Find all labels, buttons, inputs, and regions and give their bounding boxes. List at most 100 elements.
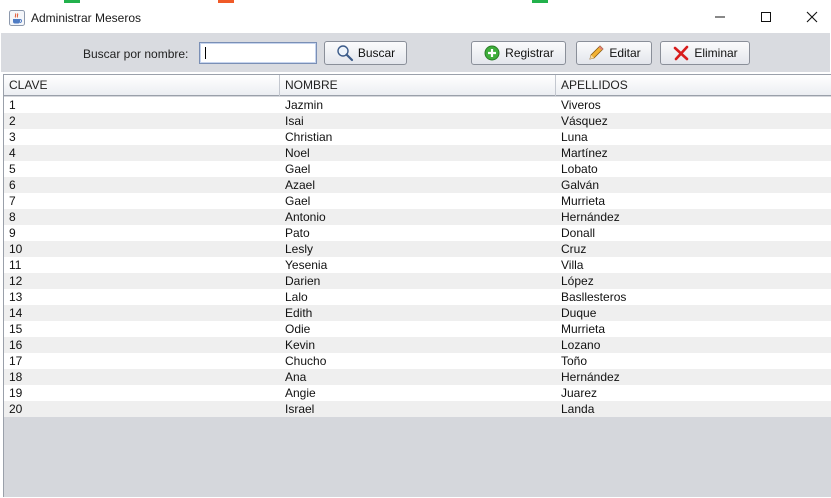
cell-apellidos[interactable]: López (556, 273, 831, 289)
minimize-button[interactable] (697, 7, 743, 29)
cell-nombre[interactable]: Christian (280, 129, 556, 145)
cell-nombre[interactable]: Gael (280, 161, 556, 177)
title-bar[interactable]: Administrar Meseros (0, 3, 831, 33)
cell-nombre[interactable]: Darien (280, 273, 556, 289)
table-row[interactable]: 14 Edith Duque (4, 305, 831, 321)
cell-nombre[interactable]: Jazmin (280, 97, 556, 113)
table-header: CLAVE NOMBRE APELLIDOS (4, 75, 831, 96)
cell-clave[interactable]: 18 (4, 369, 280, 385)
table-row[interactable]: 11 Yesenia Villa (4, 257, 831, 273)
cell-clave[interactable]: 10 (4, 241, 280, 257)
search-input[interactable] (199, 42, 317, 64)
table-row[interactable]: 2 Isai Vásquez (4, 113, 831, 129)
table-body: 1 Jazmin Viveros 2 Isai Vásquez 3 Christian Luna… (4, 97, 831, 417)
table-row[interactable]: 15 Odie Murrieta (4, 321, 831, 337)
cell-apellidos[interactable]: Toño (556, 353, 831, 369)
cell-clave[interactable]: 13 (4, 289, 280, 305)
cell-apellidos[interactable]: Martínez (556, 145, 831, 161)
table-row[interactable]: 3 Christian Luna (4, 129, 831, 145)
cell-nombre[interactable]: Angie (280, 385, 556, 401)
table-row[interactable]: 18 Ana Hernández (4, 369, 831, 385)
cell-clave[interactable]: 6 (4, 177, 280, 193)
cell-apellidos[interactable]: Donall (556, 225, 831, 241)
toolbar: Buscar por nombre: Buscar Registrar Edit… (1, 33, 830, 72)
cell-nombre[interactable]: Kevin (280, 337, 556, 353)
column-header-apellidos[interactable]: APELLIDOS (556, 75, 831, 96)
close-button[interactable] (789, 7, 831, 29)
window-title: Administrar Meseros (31, 11, 142, 25)
cell-clave[interactable]: 20 (4, 401, 280, 417)
cell-nombre[interactable]: Ana (280, 369, 556, 385)
cell-nombre[interactable]: Yesenia (280, 257, 556, 273)
table-row[interactable]: 16 Kevin Lozano (4, 337, 831, 353)
cell-nombre[interactable]: Noel (280, 145, 556, 161)
cell-clave[interactable]: 8 (4, 209, 280, 225)
cell-clave[interactable]: 7 (4, 193, 280, 209)
cell-apellidos[interactable]: Hernández (556, 369, 831, 385)
table-row[interactable]: 20 Israel Landa (4, 401, 831, 417)
table-row[interactable]: 12 Darien López (4, 273, 831, 289)
cell-nombre[interactable]: Israel (280, 401, 556, 417)
cell-clave[interactable]: 15 (4, 321, 280, 337)
cell-nombre[interactable]: Chucho (280, 353, 556, 369)
cell-clave[interactable]: 17 (4, 353, 280, 369)
cell-apellidos[interactable]: Basllesteros (556, 289, 831, 305)
table-row[interactable]: 10 Lesly Cruz (4, 241, 831, 257)
cell-clave[interactable]: 19 (4, 385, 280, 401)
cell-apellidos[interactable]: Lobato (556, 161, 831, 177)
cell-nombre[interactable]: Antonio (280, 209, 556, 225)
cell-clave[interactable]: 4 (4, 145, 280, 161)
column-header-clave[interactable]: CLAVE (4, 75, 280, 96)
cell-clave[interactable]: 12 (4, 273, 280, 289)
cell-clave[interactable]: 14 (4, 305, 280, 321)
cell-nombre[interactable]: Isai (280, 113, 556, 129)
cell-apellidos[interactable]: Cruz (556, 241, 831, 257)
cell-apellidos[interactable]: Viveros (556, 97, 831, 113)
cell-apellidos[interactable]: Landa (556, 401, 831, 417)
table-row[interactable]: 1 Jazmin Viveros (4, 97, 831, 113)
registrar-button[interactable]: Registrar (471, 41, 566, 65)
cell-apellidos[interactable]: Juarez (556, 385, 831, 401)
buscar-button[interactable]: Buscar (324, 41, 407, 65)
table-row[interactable]: 5 Gael Lobato (4, 161, 831, 177)
close-icon (806, 11, 818, 26)
cell-nombre[interactable]: Pato (280, 225, 556, 241)
cell-nombre[interactable]: Lesly (280, 241, 556, 257)
table-row[interactable]: 17 Chucho Toño (4, 353, 831, 369)
cell-apellidos[interactable]: Vásquez (556, 113, 831, 129)
cell-clave[interactable]: 3 (4, 129, 280, 145)
cell-nombre[interactable]: Odie (280, 321, 556, 337)
cell-apellidos[interactable]: Villa (556, 257, 831, 273)
cell-clave[interactable]: 2 (4, 113, 280, 129)
cell-clave[interactable]: 9 (4, 225, 280, 241)
cell-apellidos[interactable]: Murrieta (556, 193, 831, 209)
meseros-table[interactable]: CLAVE NOMBRE APELLIDOS 1 Jazmin Viveros 2 Is… (3, 74, 831, 497)
cell-clave[interactable]: 16 (4, 337, 280, 353)
maximize-button[interactable] (743, 7, 789, 29)
table-row[interactable]: 8 Antonio Hernández (4, 209, 831, 225)
table-row[interactable]: 6 Azael Galván (4, 177, 831, 193)
cell-nombre[interactable]: Azael (280, 177, 556, 193)
table-row[interactable]: 9 Pato Donall (4, 225, 831, 241)
cell-nombre[interactable]: Lalo (280, 289, 556, 305)
table-row[interactable]: 19 Angie Juarez (4, 385, 831, 401)
cell-apellidos[interactable]: Hernández (556, 209, 831, 225)
cell-apellidos[interactable]: Murrieta (556, 321, 831, 337)
cell-apellidos[interactable]: Lozano (556, 337, 831, 353)
cell-nombre[interactable]: Gael (280, 193, 556, 209)
editar-button[interactable]: Editar (576, 41, 652, 65)
search-label: Buscar por nombre: (83, 47, 189, 61)
eliminar-button[interactable]: Eliminar (660, 41, 750, 65)
table-row[interactable]: 7 Gael Murrieta (4, 193, 831, 209)
column-header-nombre[interactable]: NOMBRE (280, 75, 556, 96)
buscar-label: Buscar (357, 46, 396, 60)
cell-clave[interactable]: 11 (4, 257, 280, 273)
cell-apellidos[interactable]: Galván (556, 177, 831, 193)
cell-nombre[interactable]: Edith (280, 305, 556, 321)
cell-clave[interactable]: 5 (4, 161, 280, 177)
table-row[interactable]: 13 Lalo Basllesteros (4, 289, 831, 305)
cell-clave[interactable]: 1 (4, 97, 280, 113)
cell-apellidos[interactable]: Duque (556, 305, 831, 321)
table-row[interactable]: 4 Noel Martínez (4, 145, 831, 161)
cell-apellidos[interactable]: Luna (556, 129, 831, 145)
